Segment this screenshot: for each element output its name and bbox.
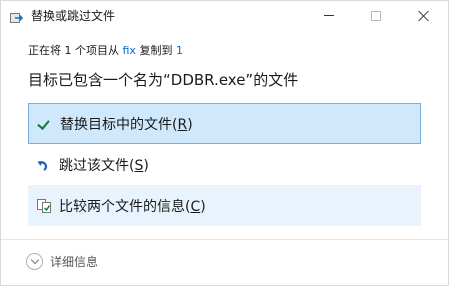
compare-files-option[interactable]: 比较两个文件的信息(C) <box>28 185 421 226</box>
progress-prefix: 正在将 1 个项目从 <box>28 44 123 57</box>
minimize-button[interactable] <box>306 1 352 30</box>
copy-progress-text: 正在将 1 个项目从 fix 复制到 1 <box>28 42 183 58</box>
replace-option-label: 替换目标中的文件(R) <box>60 116 193 133</box>
close-icon <box>418 10 430 22</box>
skip-arrow-icon <box>37 158 51 172</box>
replace-file-option[interactable]: 替换目标中的文件(R) <box>28 103 421 144</box>
progress-middle: 复制到 <box>135 44 176 57</box>
file-move-icon <box>10 9 24 23</box>
more-details-toggle[interactable]: 详细信息 <box>26 253 98 270</box>
skip-file-option[interactable]: 跳过该文件(S) <box>28 144 421 185</box>
footer-divider <box>1 239 448 240</box>
skip-option-label: 跳过该文件(S) <box>59 157 149 174</box>
compare-option-label: 比较两个文件的信息(C) <box>59 198 206 215</box>
title-bar[interactable]: 替换或跳过文件 <box>1 1 448 30</box>
check-icon <box>38 117 52 131</box>
maximize-icon <box>371 10 381 21</box>
minimize-icon <box>324 15 334 16</box>
window-title: 替换或跳过文件 <box>31 9 116 23</box>
compare-files-icon <box>37 198 51 213</box>
replace-or-skip-dialog: 替换或跳过文件 正在将 1 个项目从 fix 复制到 1 目标已包含一个名为“D… <box>0 0 449 286</box>
source-folder-link[interactable]: fix <box>123 44 136 57</box>
details-label: 详细信息 <box>50 255 99 269</box>
conflict-heading: 目标已包含一个名为“DDBR.exe”的文件 <box>28 71 299 89</box>
destination-folder-link[interactable]: 1 <box>176 44 183 57</box>
chevron-down-icon <box>26 253 43 270</box>
maximize-button[interactable] <box>353 1 399 30</box>
close-button[interactable] <box>401 1 447 30</box>
